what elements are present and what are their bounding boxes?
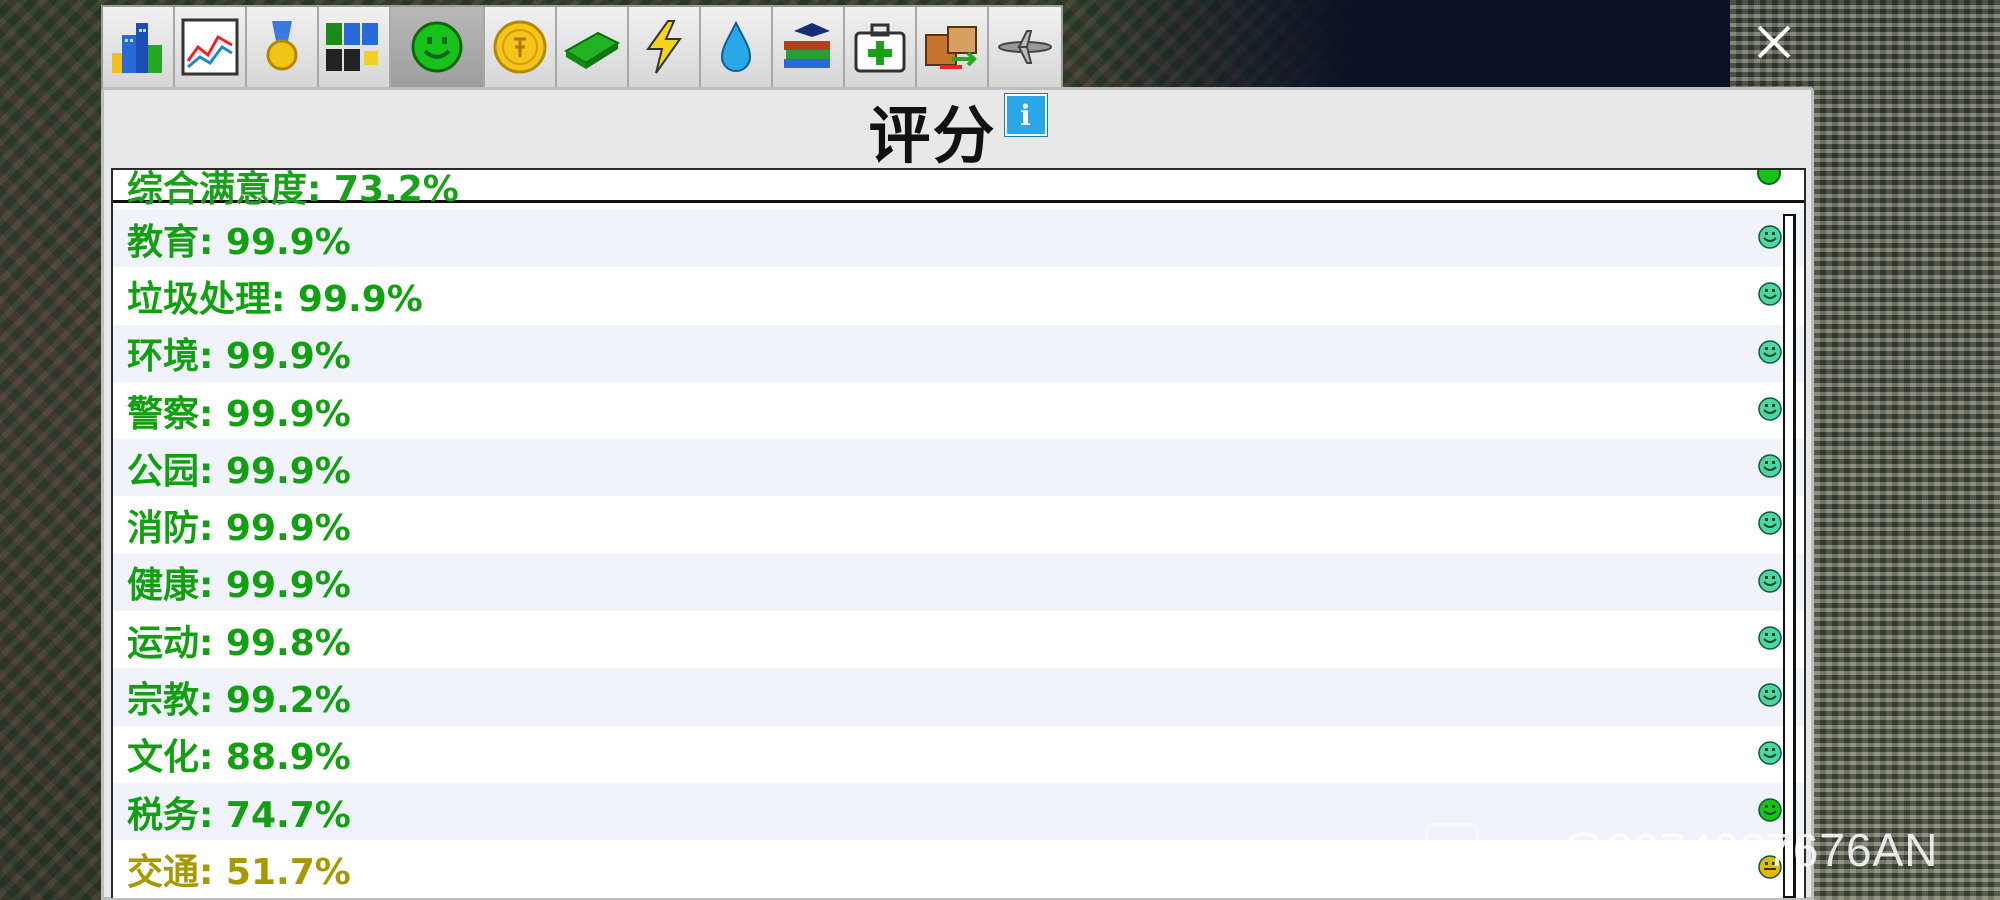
water-drop-icon [720,20,752,72]
tab-health[interactable] [845,7,917,87]
ratings-list[interactable]: 教育: 99.9% 垃圾处理: 99.9% 环境: 99.9% 警察: 99.9% 公园… [113,210,1804,898]
money-bill-icon [564,31,621,69]
rating-label: 警察: 99.9% [127,393,351,435]
smiley-rating-icon [411,21,463,73]
close-button[interactable] [1752,20,1796,64]
happy-face-icon [1757,682,1783,708]
tab-finance[interactable] [485,7,557,87]
tab-awards[interactable] [247,7,319,87]
category-toolbar [101,5,1063,89]
rating-label: 教育: 99.9% [127,221,351,263]
watermark-text: @23742?7676AN [1559,824,1939,876]
happy-face-icon [1757,281,1783,307]
rating-label: 消防: 99.9% [127,508,351,550]
tab-city[interactable] [103,7,175,87]
rating-row[interactable]: 公园: 99.9% [113,439,1804,497]
city-buildings-icon [112,23,162,73]
rating-row[interactable]: 文化: 88.9% [113,726,1804,783]
tab-budget[interactable] [557,7,629,87]
tab-education[interactable] [773,7,845,87]
happy-face-icon [1757,339,1783,365]
rating-label: 健康: 99.9% [127,565,351,607]
overall-satisfaction-row: 综合满意度: 73.2% [113,170,1804,210]
zoning-blocks-icon [326,23,378,71]
scrollbar[interactable] [1783,214,1796,898]
overall-satisfaction-label: 综合满意度: 73.2% [127,169,459,210]
lightning-icon [646,20,682,74]
rating-row[interactable]: 宗教: 99.2% [113,668,1804,726]
books-education-icon [784,23,830,68]
ratings-window: 评分 i 综合满意度: 73.2% 教育: 99.9% 垃圾处理: 99.9% 环境… [101,87,1814,900]
info-icon[interactable]: i [1003,93,1048,137]
rating-label: 税务: 74.7% [127,794,351,836]
rating-row[interactable]: 警察: 99.9% [113,382,1804,439]
rating-label: 交通: 51.7% [127,851,351,893]
airplane-icon [998,30,1052,64]
tab-transport[interactable] [989,7,1061,87]
rating-label: 垃圾处理: 99.9% [127,278,423,320]
medical-kit-icon [854,23,906,73]
tab-power[interactable] [629,7,701,87]
tab-graphs[interactable] [175,7,247,87]
rating-row[interactable]: 运动: 99.8% [113,611,1804,668]
close-icon [1757,25,1791,59]
happy-face-icon [1757,625,1783,651]
happy-face-icon [1757,396,1783,422]
tab-zones[interactable] [319,7,391,87]
line-graph-icon [181,18,239,76]
rating-label: 环境: 99.9% [127,336,351,378]
happy-face-icon [1757,510,1783,536]
coin-icon [493,20,547,74]
rating-row[interactable]: 教育: 99.9% [113,210,1804,268]
rating-row[interactable]: 健康: 99.9% [113,553,1804,612]
ratings-content: 综合满意度: 73.2% 教育: 99.9% 垃圾处理: 99.9% 环境: 99.… [111,168,1806,898]
watermark-logo-icon [1425,823,1479,877]
happy-face-icon [1757,740,1783,766]
title-bar: 评分 i [104,90,1811,172]
watermark: @23742?7676AN [1425,820,1985,880]
medal-icon [266,21,298,71]
window-title: 评分 [868,99,997,172]
rating-label: 宗教: 99.2% [127,680,351,722]
tab-trade[interactable] [917,7,989,87]
rating-row[interactable]: 消防: 99.9% [113,496,1804,553]
happy-face-icon [1757,453,1783,479]
rating-label: 运动: 99.8% [127,622,351,664]
rating-label: 文化: 88.9% [127,737,351,779]
green-smiley-icon [1756,170,1782,190]
happy-face-icon [1757,224,1783,250]
tab-water[interactable] [701,7,773,87]
rating-label: 公园: 99.9% [127,450,351,492]
rating-row[interactable]: 垃圾处理: 99.9% [113,267,1804,324]
trade-boxes-icon [925,26,977,69]
tab-ratings[interactable] [391,7,485,87]
rating-row[interactable]: 环境: 99.9% [113,324,1804,382]
happy-face-icon [1757,568,1783,594]
